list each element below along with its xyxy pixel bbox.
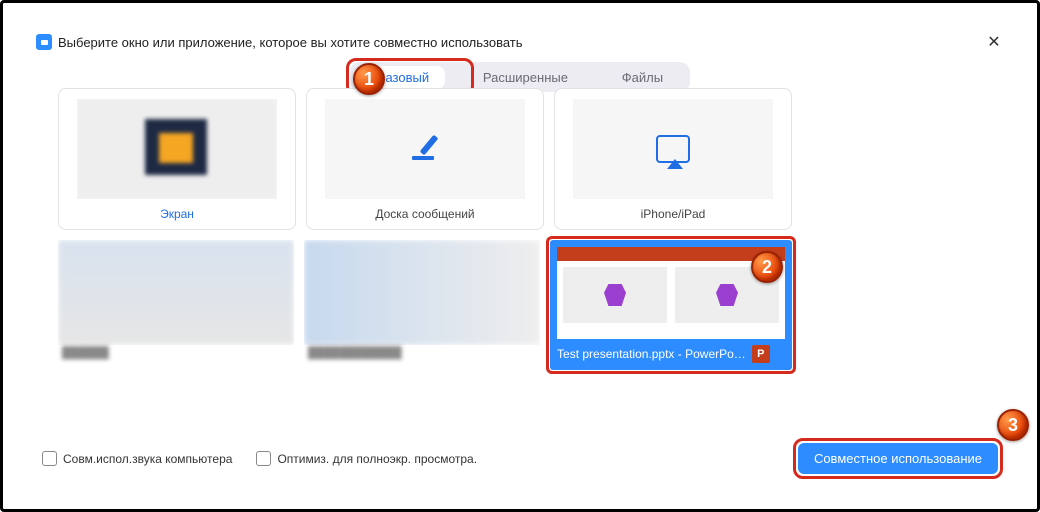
tile-label: Экран	[160, 207, 194, 221]
share-tile-window-2[interactable]: ████████████	[304, 240, 540, 370]
tile-label: Доска сообщений	[375, 207, 474, 221]
share-button-label: Совместное использование	[814, 451, 982, 466]
share-tile-iphone-ipad[interactable]: iPhone/iPad	[554, 88, 792, 230]
checkbox-icon	[256, 451, 271, 466]
zoom-app-icon	[36, 34, 52, 50]
annotation-badge-1: 1	[353, 63, 385, 95]
tab-advanced[interactable]: Расширенные	[467, 66, 584, 89]
airplay-icon	[656, 135, 690, 163]
powerpoint-icon: P	[752, 345, 770, 363]
share-sources-grid: Экран Доска сообщений iPhone/iPad ██████…	[58, 88, 792, 370]
pen-icon	[406, 130, 444, 168]
powerpoint-caption: Test presentation.pptx - PowerPo…	[557, 347, 746, 361]
checkbox-share-audio[interactable]: Совм.испол.звука компьютера	[42, 451, 232, 466]
dialog-footer: Совм.испол.звука компьютера Оптимиз. для…	[42, 443, 998, 474]
annotation-badge-2: 2	[751, 251, 783, 283]
checkbox-label: Совм.испол.звука компьютера	[63, 452, 232, 466]
checkbox-icon	[42, 451, 57, 466]
share-tile-window-1[interactable]: ██████	[58, 240, 294, 370]
tab-files[interactable]: Файлы	[606, 66, 679, 89]
close-icon[interactable]: ✕	[984, 32, 1004, 52]
powerpoint-thumbnail	[557, 247, 785, 339]
checkbox-label: Оптимиз. для полноэкр. просмотра.	[277, 452, 477, 466]
annotation-badge-3: 3	[997, 409, 1029, 441]
share-button[interactable]: Совместное использование	[798, 443, 998, 474]
checkbox-optimize-video[interactable]: Оптимиз. для полноэкр. просмотра.	[256, 451, 477, 466]
share-tile-whiteboard[interactable]: Доска сообщений	[306, 88, 544, 230]
tile-label: iPhone/iPad	[641, 207, 706, 221]
dialog-header: Выберите окно или приложение, которое вы…	[28, 28, 1012, 56]
dialog-title: Выберите окно или приложение, которое вы…	[58, 35, 523, 50]
share-tile-screen[interactable]: Экран	[58, 88, 296, 230]
